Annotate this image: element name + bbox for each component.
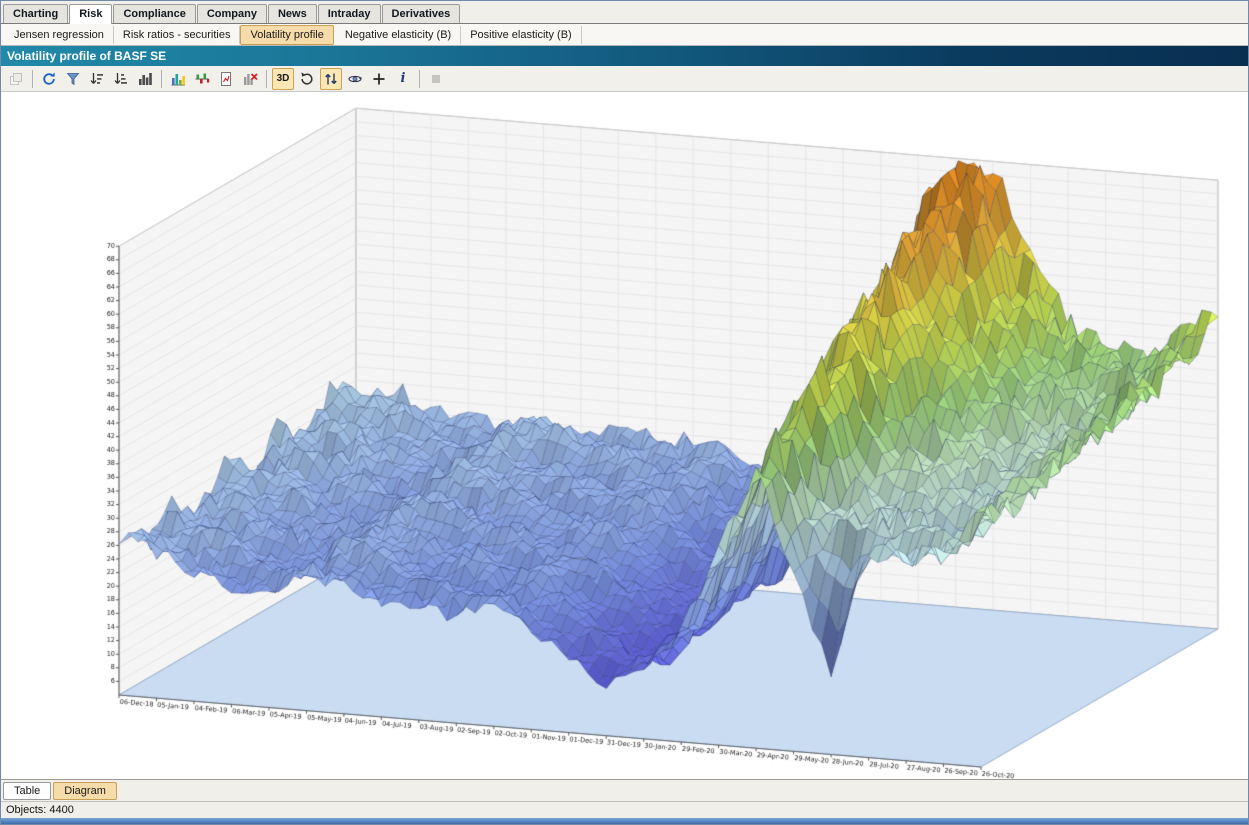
refresh-button[interactable] <box>38 68 60 90</box>
add-button[interactable] <box>368 68 390 90</box>
info-icon: i <box>401 71 406 86</box>
histogram-button[interactable] <box>134 68 156 90</box>
tab-company[interactable]: Company <box>197 4 267 23</box>
panel-title-bar: Volatility profile of BASF SE <box>1 46 1248 66</box>
sort-ascending-icon <box>113 71 129 87</box>
sub-tab-bar: Jensen regression Risk ratios - securiti… <box>1 24 1248 46</box>
window-bottom-border <box>1 818 1248 824</box>
delete-chart-icon <box>242 71 258 87</box>
chart-report-button[interactable] <box>215 68 237 90</box>
export-icon <box>8 71 24 87</box>
application-window: Charting Risk Compliance Company News In… <box>0 0 1249 825</box>
bar-chart-button[interactable] <box>167 68 189 90</box>
orbit-view-icon <box>347 71 363 87</box>
info-button[interactable]: i <box>392 68 414 90</box>
tab-risk[interactable]: Risk <box>69 4 112 24</box>
tab-charting[interactable]: Charting <box>3 4 68 23</box>
panel-title: Volatility profile of BASF SE <box>7 49 166 63</box>
gain-loss-chart-icon <box>194 71 210 87</box>
view-tab-table[interactable]: Table <box>3 782 51 800</box>
subtab-jensen-regression[interactable]: Jensen regression <box>5 26 114 44</box>
rotate-view-icon <box>299 71 315 87</box>
orbit-view-button[interactable] <box>344 68 366 90</box>
filter-button[interactable] <box>62 68 84 90</box>
subtab-risk-ratios-securities[interactable]: Risk ratios - securities <box>114 26 241 44</box>
refresh-icon <box>41 71 57 87</box>
volatility-surface-canvas[interactable] <box>1 92 1248 779</box>
elevation-icon <box>323 71 339 87</box>
export-button <box>5 68 27 90</box>
toolbar: 3D i <box>1 66 1248 92</box>
toolbar-separator <box>419 70 420 88</box>
toolbar-separator <box>161 70 162 88</box>
sort-descending-button[interactable] <box>86 68 108 90</box>
tab-compliance[interactable]: Compliance <box>113 4 195 23</box>
objects-count: Objects: 4400 <box>6 804 74 816</box>
bar-chart-icon <box>170 71 186 87</box>
delete-chart-button[interactable] <box>239 68 261 90</box>
subtab-volatility-profile[interactable]: Volatility profile <box>240 25 333 45</box>
main-tab-bar: Charting Risk Compliance Company News In… <box>1 1 1248 24</box>
stop-icon <box>428 71 444 87</box>
view-3d-icon: 3D <box>277 73 290 84</box>
filter-icon <box>65 71 81 87</box>
tab-news[interactable]: News <box>268 4 317 23</box>
view-tab-bar: Table Diagram <box>1 779 1248 801</box>
chart-area <box>1 92 1248 779</box>
tab-intraday[interactable]: Intraday <box>318 4 381 23</box>
chart-report-icon <box>218 71 234 87</box>
add-icon <box>371 71 387 87</box>
toolbar-separator <box>32 70 33 88</box>
subtab-positive-elasticity[interactable]: Positive elasticity (B) <box>461 26 581 44</box>
histogram-icon <box>137 71 153 87</box>
tab-derivatives[interactable]: Derivatives <box>382 4 461 23</box>
status-bar: Objects: 4400 <box>1 801 1248 818</box>
sort-ascending-button[interactable] <box>110 68 132 90</box>
elevation-toggle[interactable] <box>320 68 342 90</box>
stop-button <box>425 68 447 90</box>
view-tab-diagram[interactable]: Diagram <box>53 782 117 800</box>
sort-descending-icon <box>89 71 105 87</box>
toolbar-separator <box>266 70 267 88</box>
gain-loss-chart-button[interactable] <box>191 68 213 90</box>
subtab-negative-elasticity[interactable]: Negative elasticity (B) <box>336 26 461 44</box>
rotate-view-button[interactable] <box>296 68 318 90</box>
view-3d-toggle[interactable]: 3D <box>272 68 294 90</box>
